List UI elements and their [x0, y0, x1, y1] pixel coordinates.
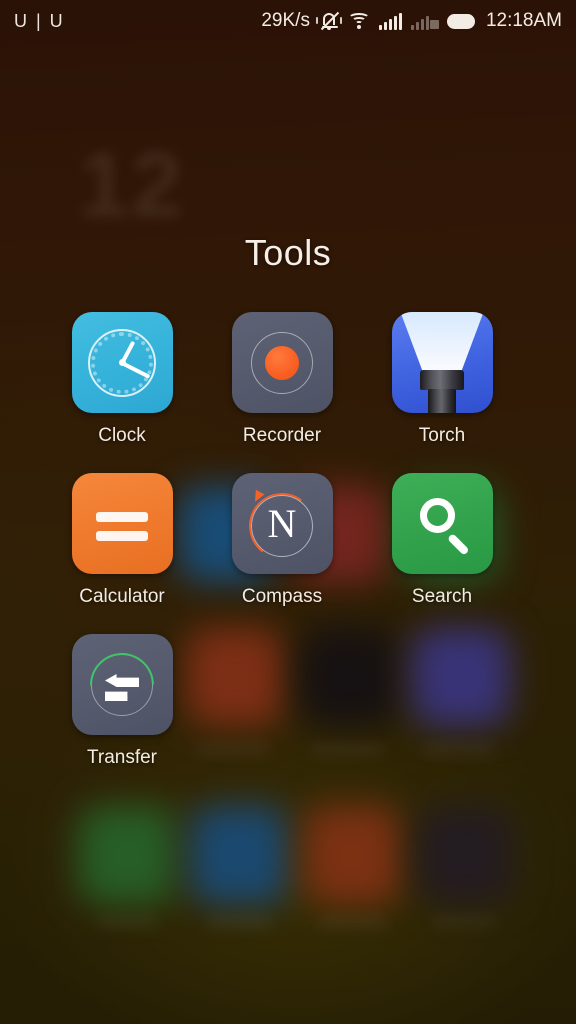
- app-label-transfer: Transfer: [86, 747, 158, 768]
- app-item-recorder[interactable]: Recorder: [202, 312, 362, 447]
- app-item-clock[interactable]: Clock: [42, 312, 202, 447]
- transfer-icon[interactable]: [71, 634, 173, 735]
- status-bar-right: 29K/s × 12:18AM: [261, 10, 562, 32]
- app-label-clock: Clock: [98, 425, 146, 446]
- network-speed-label: 29K/s: [261, 10, 310, 31]
- carrier-label: U | U: [14, 10, 65, 31]
- torch-icon[interactable]: [391, 312, 493, 413]
- signal-icon-sim2-no-service: ×: [410, 12, 439, 30]
- app-item-search[interactable]: Search: [362, 473, 522, 608]
- recorder-icon[interactable]: [231, 312, 333, 413]
- phone-screen: 12 U | U 29K/s × 12:18AM Tools Clock Rec…: [0, 0, 576, 1024]
- app-label-torch: Torch: [418, 425, 466, 446]
- app-label-search: Search: [411, 586, 473, 607]
- status-bar: U | U 29K/s × 12:18AM: [0, 0, 576, 42]
- app-label-recorder: Recorder: [242, 425, 322, 446]
- search-icon[interactable]: [391, 473, 493, 574]
- app-item-torch[interactable]: Torch: [362, 312, 522, 447]
- clock-icon[interactable]: [71, 312, 173, 413]
- folder-app-grid: Clock Recorder Torch Calculator N Compas…: [0, 312, 576, 795]
- mute-vibrate-icon: [315, 10, 342, 32]
- folder-title[interactable]: Tools: [0, 232, 576, 274]
- battery-icon: [446, 13, 475, 29]
- app-label-calculator: Calculator: [79, 586, 165, 607]
- app-item-transfer[interactable]: Transfer: [42, 634, 202, 769]
- signal-icon-sim1: [378, 12, 402, 30]
- app-item-calculator[interactable]: Calculator: [42, 473, 202, 608]
- compass-icon[interactable]: N: [231, 473, 333, 574]
- status-clock: 12:18AM: [485, 10, 562, 31]
- app-item-compass[interactable]: N Compass: [202, 473, 362, 608]
- no-service-marker: ×: [429, 19, 439, 30]
- app-label-compass: Compass: [241, 586, 323, 607]
- wifi-icon: [347, 12, 370, 30]
- calculator-icon[interactable]: [71, 473, 173, 574]
